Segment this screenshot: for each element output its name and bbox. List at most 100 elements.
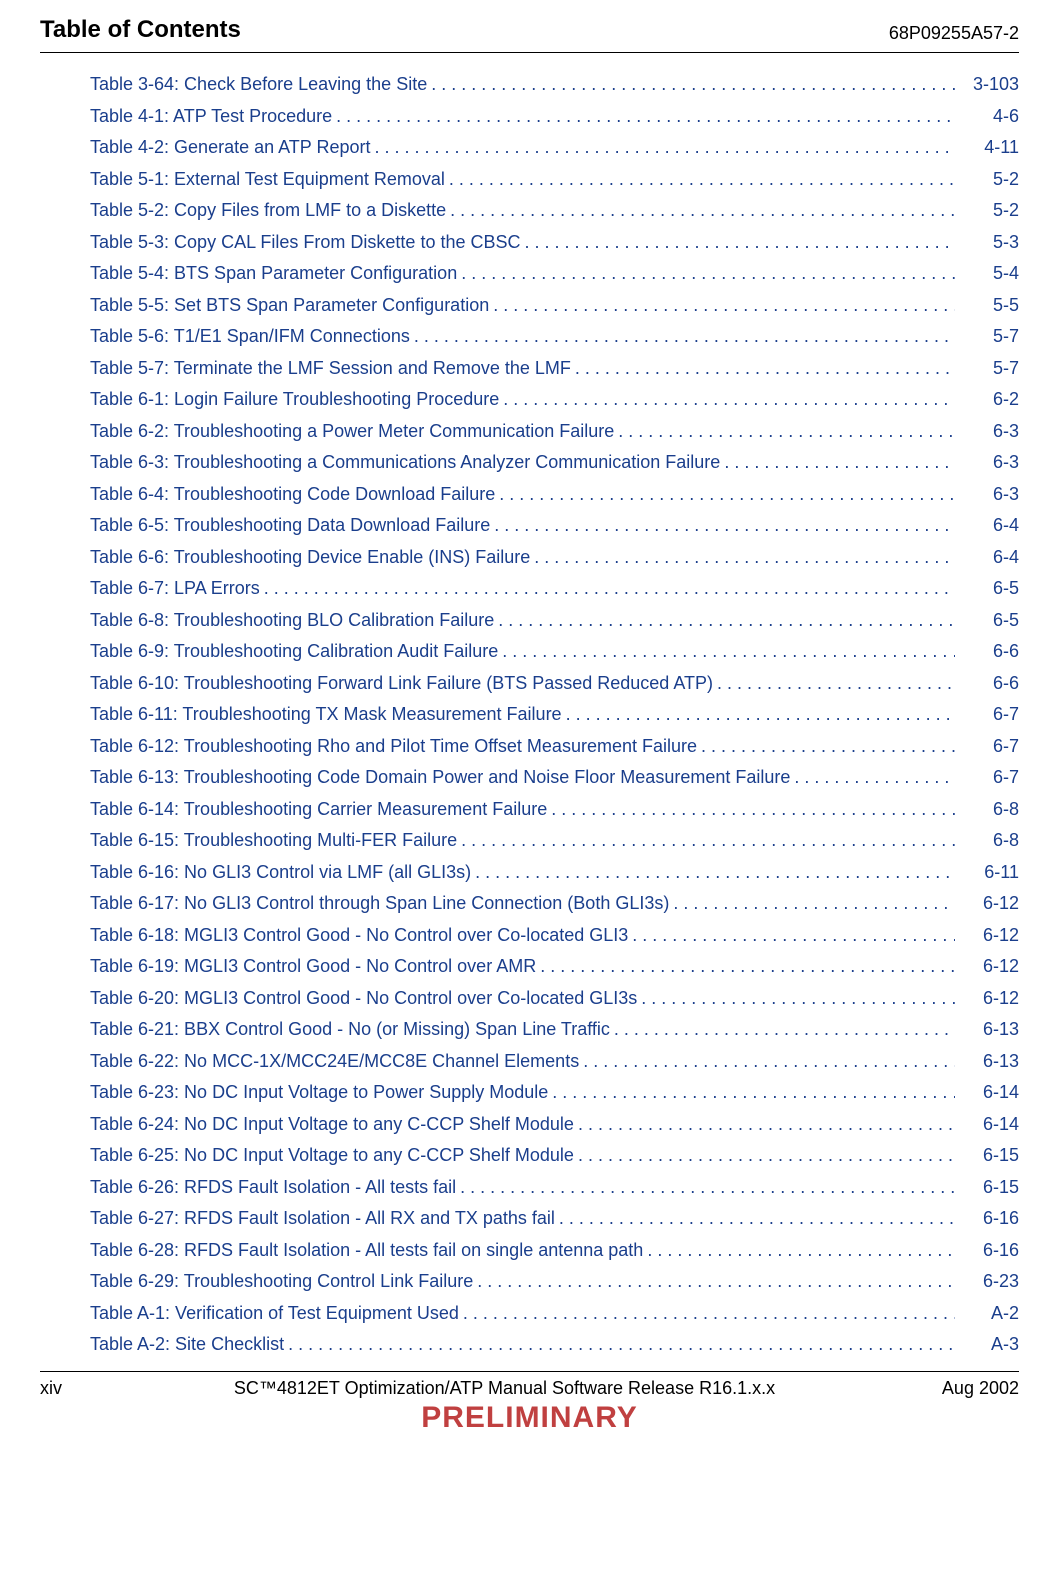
toc-entry[interactable]: Table 6-18: MGLI3 Control Good - No Cont… xyxy=(90,920,1019,952)
toc-entry[interactable]: Table 5-6: T1/E1 Span/IFM Connections5-7 xyxy=(90,321,1019,353)
toc-entry-label: Table 6-3: Troubleshooting a Communicati… xyxy=(90,447,720,479)
toc-entry-page: 5-2 xyxy=(959,164,1019,196)
toc-entry-label: Table 6-22: No MCC-1X/MCC24E/MCC8E Chann… xyxy=(90,1046,579,1078)
toc-entry-leader xyxy=(618,416,955,448)
toc-entry-leader xyxy=(336,101,955,133)
toc-entry-label: Table 4-1: ATP Test Procedure xyxy=(90,101,332,133)
toc-entry-page: 6-11 xyxy=(959,857,1019,889)
toc-entry-page: A-2 xyxy=(959,1298,1019,1330)
toc-entry[interactable]: Table 6-14: Troubleshooting Carrier Meas… xyxy=(90,794,1019,826)
toc-entry[interactable]: Table 5-5: Set BTS Span Parameter Config… xyxy=(90,290,1019,322)
toc-entry[interactable]: Table 5-2: Copy Files from LMF to a Disk… xyxy=(90,195,1019,227)
toc-entry-label: Table 6-9: Troubleshooting Calibration A… xyxy=(90,636,498,668)
toc-entry-page: 6-8 xyxy=(959,825,1019,857)
toc-entry[interactable]: Table 6-16: No GLI3 Control via LMF (all… xyxy=(90,857,1019,889)
toc-entry-leader xyxy=(578,1109,955,1141)
toc-entry[interactable]: Table 6-20: MGLI3 Control Good - No Cont… xyxy=(90,983,1019,1015)
toc-entry-label: Table 6-10: Troubleshooting Forward Link… xyxy=(90,668,713,700)
toc-entry[interactable]: Table 6-23: No DC Input Voltage to Power… xyxy=(90,1077,1019,1109)
toc-entry[interactable]: Table 6-11: Troubleshooting TX Mask Meas… xyxy=(90,699,1019,731)
toc-entry[interactable]: Table 6-26: RFDS Fault Isolation - All t… xyxy=(90,1172,1019,1204)
toc-entry[interactable]: Table 6-28: RFDS Fault Isolation - All t… xyxy=(90,1235,1019,1267)
toc-entry-leader xyxy=(414,321,955,353)
toc-entry-leader xyxy=(583,1046,955,1078)
toc-entry-label: Table 6-23: No DC Input Voltage to Power… xyxy=(90,1077,548,1109)
toc-entry-leader xyxy=(503,384,955,416)
toc-entry-leader xyxy=(449,164,955,196)
toc-entry-page: 3-103 xyxy=(959,69,1019,101)
toc-entry-label: Table 6-20: MGLI3 Control Good - No Cont… xyxy=(90,983,637,1015)
toc-entry[interactable]: Table 5-7: Terminate the LMF Session and… xyxy=(90,353,1019,385)
toc-entry-leader xyxy=(288,1329,955,1361)
toc-entry[interactable]: Table 3-64: Check Before Leaving the Sit… xyxy=(90,69,1019,101)
toc-entry-leader xyxy=(499,479,955,511)
toc-entry-leader xyxy=(614,1014,955,1046)
toc-entry[interactable]: Table 5-4: BTS Span Parameter Configurat… xyxy=(90,258,1019,290)
toc-entry[interactable]: Table 6-5: Troubleshooting Data Download… xyxy=(90,510,1019,542)
toc-entry-label: Table 6-17: No GLI3 Control through Span… xyxy=(90,888,669,920)
footer-preliminary: PRELIMINARY xyxy=(0,1401,1059,1435)
toc-entry[interactable]: Table 6-7: LPA Errors6-5 xyxy=(90,573,1019,605)
toc-entry[interactable]: Table 4-2: Generate an ATP Report 4-11 xyxy=(90,132,1019,164)
toc-entry-page: 4-11 xyxy=(959,132,1019,164)
toc-entry[interactable]: Table 6-15: Troubleshooting Multi-FER Fa… xyxy=(90,825,1019,857)
toc-entry-label: Table 6-11: Troubleshooting TX Mask Meas… xyxy=(90,699,562,731)
toc-entry-label: Table 4-2: Generate an ATP Report xyxy=(90,132,371,164)
toc-entry[interactable]: Table 5-1: External Test Equipment Remov… xyxy=(90,164,1019,196)
toc-entry-page: 6-12 xyxy=(959,983,1019,1015)
toc-entry[interactable]: Table 6-6: Troubleshooting Device Enable… xyxy=(90,542,1019,574)
toc-entry-label: Table 6-25: No DC Input Voltage to any C… xyxy=(90,1140,574,1172)
toc-entry-leader xyxy=(794,762,955,794)
page-footer: xiv SC™4812ET Optimization/ATP Manual So… xyxy=(0,1372,1059,1399)
toc-entry[interactable]: Table 6-19: MGLI3 Control Good - No Cont… xyxy=(90,951,1019,983)
toc-entry[interactable]: Table 6-4: Troubleshooting Code Download… xyxy=(90,479,1019,511)
toc-entry[interactable]: Table A-2: Site Checklist A-3 xyxy=(90,1329,1019,1361)
toc-entry[interactable]: Table 6-8: Troubleshooting BLO Calibrati… xyxy=(90,605,1019,637)
toc-entry-page: 6-7 xyxy=(959,762,1019,794)
toc-entry-label: Table 5-5: Set BTS Span Parameter Config… xyxy=(90,290,489,322)
toc-entry-leader xyxy=(534,542,955,574)
toc-entry-page: 5-7 xyxy=(959,353,1019,385)
toc-entry-label: Table 6-26: RFDS Fault Isolation - All t… xyxy=(90,1172,456,1204)
toc-entry[interactable]: Table 6-1: Login Failure Troubleshooting… xyxy=(90,384,1019,416)
toc-entry[interactable]: Table 6-2: Troubleshooting a Power Meter… xyxy=(90,416,1019,448)
toc-entry-leader xyxy=(463,1298,955,1330)
toc-entry[interactable]: Table 6-3: Troubleshooting a Communicati… xyxy=(90,447,1019,479)
toc-entry[interactable]: Table 6-25: No DC Input Voltage to any C… xyxy=(90,1140,1019,1172)
toc-entry[interactable]: Table A-1: Verification of Test Equipmen… xyxy=(90,1298,1019,1330)
toc-entry-page: 6-4 xyxy=(959,542,1019,574)
toc-entry-label: Table 6-6: Troubleshooting Device Enable… xyxy=(90,542,530,574)
toc-entry-leader xyxy=(724,447,955,479)
toc-entry-page: 6-2 xyxy=(959,384,1019,416)
toc-entry-page: A-3 xyxy=(959,1329,1019,1361)
toc-entry[interactable]: Table 6-13: Troubleshooting Code Domain … xyxy=(90,762,1019,794)
toc-entry-page: 6-12 xyxy=(959,951,1019,983)
toc-entry-page: 5-5 xyxy=(959,290,1019,322)
toc-entry-label: Table 6-2: Troubleshooting a Power Meter… xyxy=(90,416,614,448)
toc-entry[interactable]: Table 5-3: Copy CAL Files From Diskette … xyxy=(90,227,1019,259)
toc-entry[interactable]: Table 6-9: Troubleshooting Calibration A… xyxy=(90,636,1019,668)
toc-entry-leader xyxy=(494,510,955,542)
toc-entry-leader xyxy=(461,258,955,290)
toc-entry-label: Table 6-13: Troubleshooting Code Domain … xyxy=(90,762,790,794)
toc-entry[interactable]: Table 6-10: Troubleshooting Forward Link… xyxy=(90,668,1019,700)
toc-entry[interactable]: Table 6-17: No GLI3 Control through Span… xyxy=(90,888,1019,920)
toc-entry[interactable]: Table 6-29: Troubleshooting Control Link… xyxy=(90,1266,1019,1298)
toc-entry-leader xyxy=(498,605,955,637)
toc-entry-label: Table A-2: Site Checklist xyxy=(90,1329,284,1361)
toc-entry-label: Table 6-29: Troubleshooting Control Link… xyxy=(90,1266,473,1298)
toc-entry-leader xyxy=(431,69,955,101)
toc-entry-leader xyxy=(540,951,955,983)
toc-entry-label: Table 6-8: Troubleshooting BLO Calibrati… xyxy=(90,605,494,637)
toc-entry[interactable]: Table 6-12: Troubleshooting Rho and Pilo… xyxy=(90,731,1019,763)
toc-entry[interactable]: Table 4-1: ATP Test Procedure4-6 xyxy=(90,101,1019,133)
toc-entry-page: 6-7 xyxy=(959,731,1019,763)
toc-entry-label: Table 6-5: Troubleshooting Data Download… xyxy=(90,510,490,542)
toc-entry[interactable]: Table 6-21: BBX Control Good - No (or Mi… xyxy=(90,1014,1019,1046)
toc-entry-leader xyxy=(641,983,955,1015)
toc-entry-page: 6-16 xyxy=(959,1235,1019,1267)
toc-entry-leader xyxy=(632,920,955,952)
toc-entry[interactable]: Table 6-27: RFDS Fault Isolation - All R… xyxy=(90,1203,1019,1235)
toc-entry[interactable]: Table 6-24: No DC Input Voltage to any C… xyxy=(90,1109,1019,1141)
toc-entry[interactable]: Table 6-22: No MCC-1X/MCC24E/MCC8E Chann… xyxy=(90,1046,1019,1078)
